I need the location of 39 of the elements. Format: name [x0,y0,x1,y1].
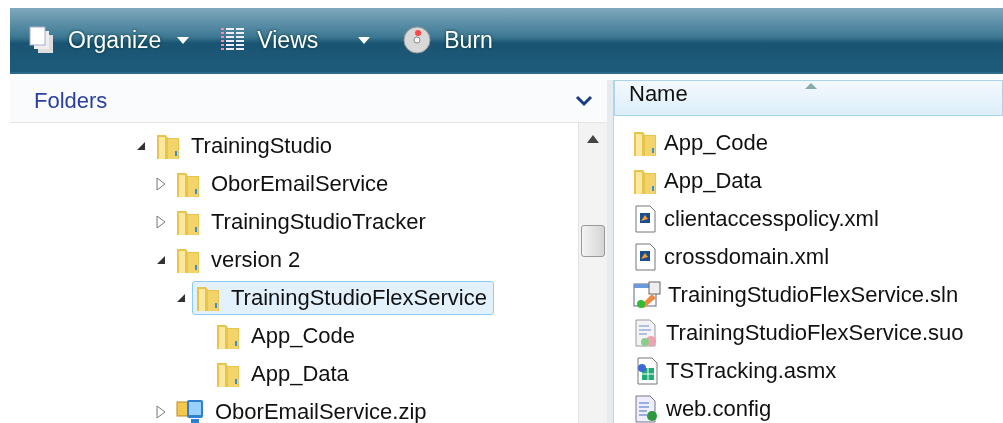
file-item[interactable]: TrainingStudioFlexService.suo [632,314,964,352]
tree-item[interactable]: TrainingStudioTracker [172,205,433,239]
expanded-arrow-icon[interactable] [176,293,186,303]
toolbar-button[interactable]: Views [221,26,371,54]
collapsed-arrow-icon[interactable] [156,405,166,419]
chevron-down-icon[interactable] [575,95,593,107]
tree-item[interactable]: version 2 [172,243,308,277]
file-item[interactable]: App_Data [632,162,762,200]
file-item[interactable]: web.config [632,390,772,423]
tree-item[interactable]: OborEmailService.zip [172,395,434,423]
tree-item[interactable]: TrainingStudioFlexService [192,281,494,315]
tree-item[interactable]: OborEmailService [172,167,396,201]
solution-file-icon [632,280,662,310]
file-item[interactable]: crossdomain.xml [632,238,830,276]
collapsed-arrow-icon[interactable] [156,177,166,191]
config-file-icon [632,394,660,423]
file-item[interactable]: TrainingStudioFlexService.sln [632,276,959,314]
file-item[interactable]: App_Code [632,124,768,162]
tree-item[interactable]: App_Code [212,319,362,353]
scrollbar-thumb[interactable] [581,225,605,257]
pane-title: Folders [34,88,108,114]
collapsed-arrow-icon[interactable] [156,215,166,229]
file-item[interactable]: clientaccesspolicy.xml [632,200,879,238]
toolbar-button[interactable]: Burn [402,25,493,55]
expanded-arrow-icon[interactable] [136,141,146,151]
tree-item[interactable]: App_Data [212,357,356,391]
sort-arrow-icon [805,83,817,89]
scrollbar[interactable] [578,123,607,423]
folder-monitor-icon [175,397,205,423]
disc-icon [402,25,433,55]
file-item[interactable]: TSTracking.asmx [632,352,837,390]
column-header[interactable]: Name [629,81,688,107]
document-icon [632,242,658,272]
pages-icon [28,25,56,55]
scroll-up-icon[interactable] [587,135,599,143]
tree-item[interactable]: TrainingStudio [152,129,340,163]
document-icon [632,204,658,234]
expanded-arrow-icon[interactable] [156,255,166,265]
toolbar-button[interactable]: Organize [28,25,190,55]
